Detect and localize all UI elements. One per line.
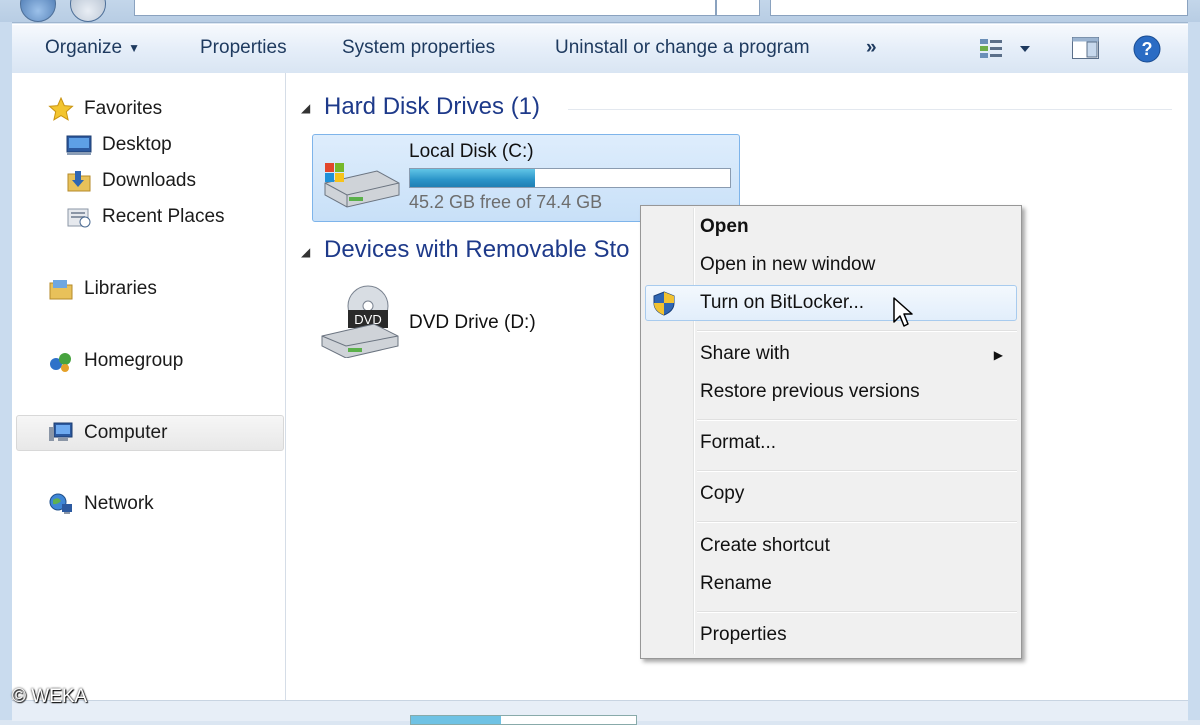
- desktop-icon: [66, 135, 92, 155]
- menu-icon-gutter: [693, 208, 695, 654]
- menu-item-rename[interactable]: Rename: [700, 573, 772, 595]
- nav-network-label: Network: [84, 493, 154, 514]
- menu-item-turn-on-bitlocker[interactable]: Turn on BitLocker...: [700, 292, 864, 314]
- more-commands-button[interactable]: »: [866, 37, 877, 59]
- window-frame-left: [0, 22, 12, 720]
- nav-favorites-label: Favorites: [84, 98, 163, 119]
- status-capacity-bar: [410, 715, 637, 725]
- navigation-pane: Favorites Desktop Downloads Recent Place…: [12, 73, 286, 720]
- properties-button[interactable]: Properties: [200, 37, 287, 59]
- help-icon: ?: [1133, 35, 1161, 63]
- menu-item-create-shortcut[interactable]: Create shortcut: [700, 535, 830, 557]
- recent-places-icon: [67, 208, 91, 228]
- nav-homegroup-label: Homegroup: [84, 350, 184, 371]
- local-disk-name: Local Disk (C:): [409, 141, 534, 162]
- menu-item-format[interactable]: Format...: [700, 432, 776, 454]
- nav-computer-label: Computer: [84, 422, 168, 443]
- organize-label: Organize: [45, 37, 123, 58]
- command-bar: Organize ▼ Properties System properties U…: [12, 24, 1188, 74]
- homegroup-icon: [50, 353, 71, 372]
- dvd-drive-name: DVD Drive (D:): [409, 312, 536, 333]
- address-dropdown-button[interactable]: [716, 0, 760, 16]
- submenu-arrow-icon: ▶: [993, 348, 1003, 362]
- mouse-cursor-icon: [893, 297, 913, 327]
- svg-text:?: ?: [1142, 39, 1153, 59]
- status-bar: [12, 700, 1188, 725]
- star-icon: [48, 97, 74, 121]
- computer-icon: [49, 422, 73, 441]
- dvd-drive-item[interactable]: DVD DVD Drive (D:): [312, 280, 612, 360]
- nav-libraries-label: Libraries: [84, 278, 157, 299]
- address-bar-area: [0, 0, 1200, 23]
- disk-usage-bar: [409, 168, 731, 188]
- menu-separator: [697, 611, 1017, 613]
- dvd-label: DVD: [354, 312, 381, 327]
- nav-desktop-label: Desktop: [102, 134, 172, 155]
- dvd-drive-icon: DVD: [321, 285, 399, 358]
- context-menu: Open Open in new window Turn on BitLocke…: [640, 205, 1022, 659]
- uninstall-program-button[interactable]: Uninstall or change a program: [555, 37, 810, 59]
- window-frame-right: [1188, 22, 1200, 720]
- preview-pane-button[interactable]: [1071, 35, 1101, 66]
- collapse-triangle-icon[interactable]: ◢: [301, 101, 310, 115]
- menu-separator: [697, 419, 1017, 421]
- local-disk-free-space: 45.2 GB free of 74.4 GB: [409, 192, 603, 212]
- collapse-triangle-icon[interactable]: ◢: [301, 245, 310, 259]
- group-header-hard-disk-drives[interactable]: Hard Disk Drives (1): [324, 93, 540, 121]
- uac-shield-icon: [653, 291, 675, 316]
- group-header-removable-storage[interactable]: Devices with Removable Sto: [324, 236, 629, 264]
- address-input[interactable]: [134, 0, 716, 16]
- back-button[interactable]: [20, 0, 56, 22]
- chevron-down-icon: ▼: [128, 40, 140, 55]
- help-button[interactable]: ?: [1132, 34, 1162, 69]
- view-options-button[interactable]: [978, 35, 1034, 66]
- change-view-icon: [980, 39, 1030, 58]
- nav-recent-places-label: Recent Places: [102, 206, 225, 227]
- menu-item-open[interactable]: Open: [700, 216, 749, 238]
- preview-pane-icon: [1072, 37, 1099, 59]
- organize-button[interactable]: Organize ▼: [45, 37, 140, 59]
- system-properties-button[interactable]: System properties: [342, 37, 495, 59]
- menu-separator: [697, 470, 1017, 472]
- forward-button[interactable]: [70, 0, 106, 22]
- copyright-watermark: © WEKA: [12, 686, 88, 707]
- libraries-icon: [49, 280, 73, 300]
- menu-item-share-with[interactable]: Share with: [700, 343, 790, 365]
- search-input[interactable]: [770, 0, 1188, 16]
- hard-drive-icon: [324, 163, 400, 208]
- menu-item-restore-previous-versions[interactable]: Restore previous versions: [700, 381, 920, 403]
- menu-separator: [697, 330, 1017, 332]
- disk-usage-fill: [410, 169, 535, 187]
- menu-item-copy[interactable]: Copy: [700, 483, 744, 505]
- downloads-folder-icon: [67, 171, 91, 192]
- network-icon: [49, 493, 72, 514]
- menu-item-properties[interactable]: Properties: [700, 624, 787, 646]
- menu-separator: [697, 521, 1017, 523]
- nav-downloads-label: Downloads: [102, 170, 196, 191]
- menu-item-open-new-window[interactable]: Open in new window: [700, 254, 875, 276]
- group-divider: [568, 109, 1172, 110]
